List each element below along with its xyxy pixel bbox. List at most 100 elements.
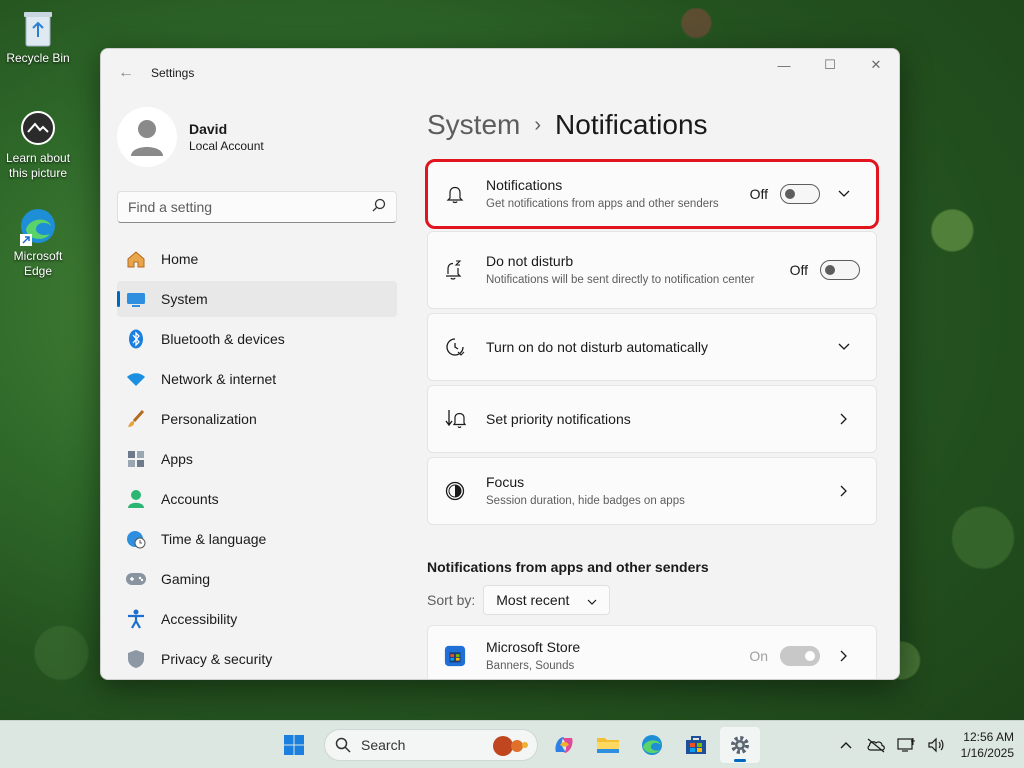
- sidebar-item-accessibility[interactable]: Accessibility: [117, 601, 397, 637]
- app-desc: Banners, Sounds: [486, 659, 575, 672]
- speaker-icon: [928, 737, 944, 753]
- sidebar-item-label: Personalization: [161, 411, 257, 427]
- bell-icon: [444, 183, 466, 205]
- settings-search-box: [117, 191, 397, 223]
- start-button[interactable]: [274, 727, 314, 763]
- notifications-title: Notifications: [486, 176, 563, 193]
- settings-taskbar-button[interactable]: [720, 727, 760, 763]
- focus-title: Focus: [486, 473, 525, 490]
- main-content: System › Notifications Notifications Get…: [425, 105, 879, 679]
- dnd-toggle-state: Off: [789, 262, 808, 278]
- learn-about-picture-desktop-icon[interactable]: Learn about this picture: [0, 108, 76, 181]
- notifications-toggle[interactable]: [780, 184, 820, 204]
- sort-dropdown[interactable]: Most recent: [483, 585, 611, 615]
- profile-name: David: [189, 121, 228, 137]
- title-bar: ← Settings — ☐ ✕: [101, 49, 899, 97]
- network-button[interactable]: [891, 730, 921, 760]
- sidebar-item-label: Accessibility: [161, 611, 238, 627]
- clock-time: 12:56 AM: [963, 730, 1014, 744]
- sidebar-item-accounts[interactable]: Accounts: [117, 481, 397, 517]
- taskbar-search-label: Search: [361, 737, 406, 753]
- settings-search-input[interactable]: [128, 199, 372, 215]
- sidebar-item-label: Accounts: [161, 491, 219, 507]
- system-icon: [125, 288, 147, 310]
- volume-button[interactable]: [921, 730, 951, 760]
- taskbar-clock[interactable]: 12:56 AM 1/16/2025: [961, 729, 1014, 761]
- chevron-down-icon[interactable]: [828, 331, 860, 363]
- microsoft-store-icon: [444, 645, 466, 667]
- taskbar-search[interactable]: Search: [324, 729, 538, 761]
- sidebar-item-label: Home: [161, 251, 199, 267]
- sidebar-item-system[interactable]: System: [117, 281, 397, 317]
- app-name: Microsoft Store: [486, 638, 581, 655]
- wifi-icon: [125, 368, 147, 390]
- edge-desktop-icon[interactable]: Microsoft Edge: [0, 206, 76, 279]
- notifications-desc: Get notifications from apps and other se…: [486, 197, 719, 210]
- app-row-microsoft-store[interactable]: Microsoft Store Banners, Sounds On: [427, 625, 877, 679]
- maximize-button[interactable]: ☐: [807, 49, 853, 81]
- close-icon: ✕: [870, 57, 882, 72]
- chevron-right-icon[interactable]: [828, 403, 860, 435]
- folder-icon: [597, 738, 619, 753]
- close-button[interactable]: ✕: [853, 49, 899, 81]
- sidebar: David Local Account Home System Bluetoot…: [117, 105, 397, 679]
- sidebar-item-time-language[interactable]: Time & language: [117, 521, 397, 557]
- priority-notifications-card[interactable]: Set priority notifications: [427, 385, 877, 453]
- sidebar-item-home[interactable]: Home: [117, 241, 397, 277]
- chevron-right-icon: ›: [534, 113, 542, 136]
- nav-list: Home System Bluetooth & devices Network …: [117, 241, 397, 677]
- focus-card[interactable]: Focus Session duration, hide badges on a…: [427, 457, 877, 525]
- sidebar-item-network[interactable]: Network & internet: [117, 361, 397, 397]
- sidebar-item-label: Bluetooth & devices: [161, 331, 285, 347]
- edge-icon: [642, 735, 662, 755]
- chevron-down-icon[interactable]: [828, 178, 860, 210]
- dnd-desc: Notifications will be sent directly to n…: [486, 273, 755, 286]
- app-toggle[interactable]: [780, 646, 820, 666]
- search-icon[interactable]: [372, 198, 386, 217]
- dnd-toggle[interactable]: [820, 260, 860, 280]
- sidebar-item-bluetooth[interactable]: Bluetooth & devices: [117, 321, 397, 357]
- gear-icon: [731, 736, 749, 754]
- bell-zz-icon: [444, 259, 466, 281]
- sidebar-item-label: Privacy & security: [161, 651, 273, 667]
- minimize-button[interactable]: —: [761, 49, 807, 81]
- window-controls: — ☐ ✕: [761, 49, 899, 81]
- user-silhouette-icon: [131, 120, 163, 156]
- taskbar: Search 12:56 AM 1/16/2025: [0, 720, 1024, 768]
- profile-card[interactable]: David Local Account: [117, 105, 397, 169]
- store-taskbar-button[interactable]: [676, 727, 716, 763]
- priority-bell-icon: [444, 408, 466, 430]
- focus-desc: Session duration, hide badges on apps: [486, 494, 685, 507]
- sidebar-item-label: Gaming: [161, 571, 211, 587]
- sort-selected-value: Most recent: [496, 592, 570, 608]
- arrow-left-icon: ←: [118, 64, 134, 81]
- breadcrumb-parent[interactable]: System: [427, 109, 520, 141]
- notifications-card[interactable]: Notifications Get notifications from app…: [425, 159, 879, 229]
- cloud-offline-icon: [867, 738, 885, 753]
- sidebar-item-apps[interactable]: Apps: [117, 441, 397, 477]
- windows-logo-icon: [284, 735, 304, 755]
- app-toggle-state: On: [749, 648, 768, 664]
- sidebar-item-label: Network & internet: [161, 371, 277, 387]
- dnd-title: Do not disturb: [486, 252, 574, 269]
- brush-icon: [125, 408, 147, 430]
- chevron-up-icon: [840, 742, 852, 749]
- sidebar-item-gaming[interactable]: Gaming: [117, 561, 397, 597]
- chevron-right-icon[interactable]: [828, 640, 860, 672]
- notifications-toggle-state: Off: [749, 186, 768, 202]
- recycle-bin-desktop-icon[interactable]: Recycle Bin: [0, 8, 76, 66]
- file-explorer-button[interactable]: [588, 727, 628, 763]
- show-hidden-icons-button[interactable]: [831, 730, 861, 760]
- chevron-right-icon[interactable]: [828, 475, 860, 507]
- system-tray: 12:56 AM 1/16/2025: [831, 727, 1014, 763]
- edge-taskbar-button[interactable]: [632, 727, 672, 763]
- globe-clock-icon: [125, 528, 147, 550]
- back-button[interactable]: ←: [111, 58, 141, 88]
- sidebar-item-label: Time & language: [161, 531, 267, 547]
- network-monitor-icon: [897, 738, 915, 752]
- sidebar-item-privacy-security[interactable]: Privacy & security: [117, 641, 397, 677]
- onedrive-button[interactable]: [861, 730, 891, 760]
- sidebar-item-personalization[interactable]: Personalization: [117, 401, 397, 437]
- dnd-auto-card[interactable]: Turn on do not disturb automatically: [427, 313, 877, 381]
- copilot-button[interactable]: [544, 727, 584, 763]
